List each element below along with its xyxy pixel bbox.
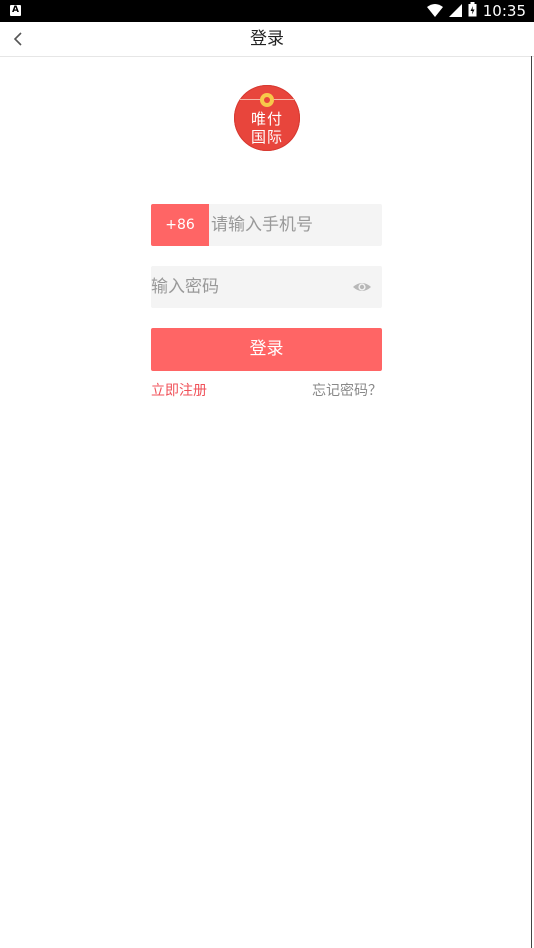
battery-icon [468, 1, 477, 21]
logo-coin-icon [260, 93, 274, 107]
phone-field: +86 [151, 204, 382, 246]
app-logo: 唯付 国际 [234, 85, 300, 151]
forgot-password-link[interactable]: 忘记密码？ [312, 382, 382, 400]
password-field [151, 266, 382, 308]
register-link[interactable]: 立即注册 [151, 382, 207, 400]
app-header: 登录 [0, 22, 534, 57]
status-bar: A 10:35 [0, 0, 534, 22]
status-icons: 10:35 [426, 0, 526, 22]
wifi-icon [426, 2, 443, 21]
password-input[interactable] [151, 266, 341, 308]
country-code-selector[interactable]: +86 [151, 204, 209, 246]
login-button[interactable]: 登录 [151, 328, 382, 371]
signal-icon [448, 2, 462, 21]
logo-text-line1: 唯付 [250, 110, 283, 128]
eye-icon[interactable] [352, 279, 372, 295]
phone-input[interactable] [211, 204, 379, 246]
logo-text-line2: 国际 [250, 128, 283, 146]
page-title: 登录 [250, 29, 284, 49]
status-time: 10:35 [482, 2, 526, 20]
right-edge-divider [531, 56, 532, 948]
notification-a-icon: A [10, 5, 21, 16]
